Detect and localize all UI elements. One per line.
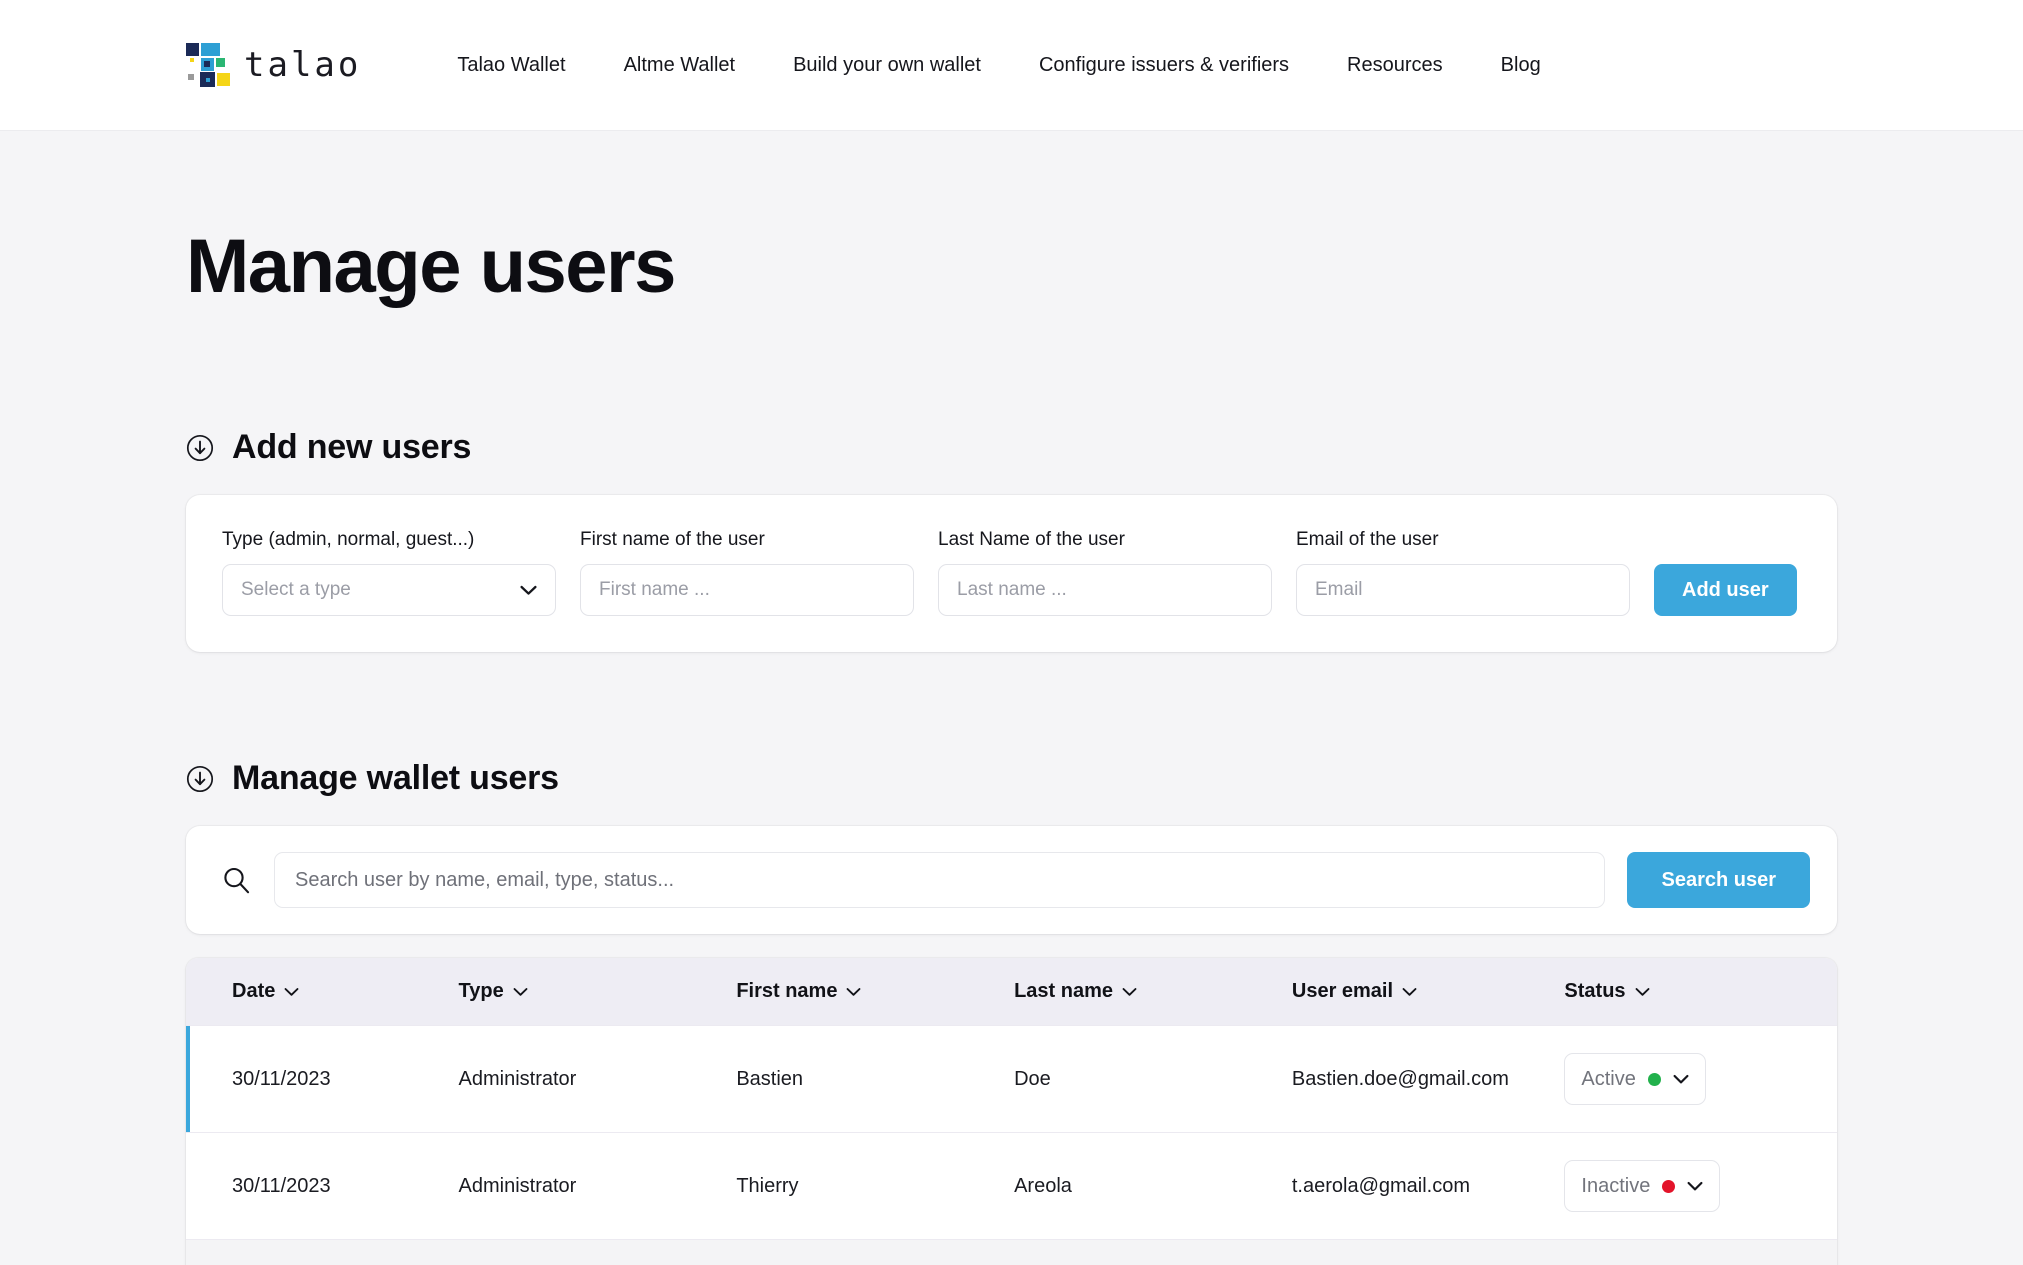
cell-user-email: Bastien.doe@gmail.com [1291, 1025, 1565, 1133]
talao-logo-icon [186, 43, 230, 87]
chevron-down-icon [284, 987, 299, 996]
add-user-button[interactable]: Add user [1654, 564, 1797, 616]
type-field-group: Type (admin, normal, guest...) Select a … [222, 529, 556, 616]
column-label-user-email: User email [1291, 980, 1394, 1002]
column-header-status[interactable]: Status [1564, 958, 1837, 1026]
status-dropdown[interactable]: Inactive [1564, 1160, 1721, 1212]
column-label-date: Date [232, 980, 276, 1002]
table-header-row: Date Type First name Last name User emai… [186, 958, 1837, 1026]
add-new-users-heading: Add new users [186, 428, 1837, 467]
circle-down-arrow-icon [186, 765, 214, 792]
email-field-group: Email of the user [1296, 529, 1630, 616]
type-select[interactable]: Select a type [222, 564, 556, 616]
top-navigation-bar: talao Talao Wallet Altme Wallet Build yo… [0, 0, 2023, 131]
chevron-down-icon [1402, 987, 1417, 996]
cell-user-email: t.aerola@gmail.com [1291, 1132, 1565, 1240]
column-header-last-name[interactable]: Last name [1014, 958, 1292, 1026]
cell-user-email: Ariane-vak@mailo.com [1291, 1239, 1565, 1265]
cell-date: 30/11/2023 [186, 1239, 459, 1265]
cell-first-name: Bastien [736, 1025, 1015, 1133]
first-name-input[interactable] [580, 564, 914, 616]
column-label-status: Status [1564, 980, 1626, 1002]
last-name-input[interactable] [938, 564, 1272, 616]
table-row[interactable]: 30/11/2023 Administrator Thierry Areola … [186, 1132, 1837, 1240]
status-dot-icon [1662, 1179, 1676, 1193]
users-table-body: 30/11/2023 Administrator Bastien Doe Bas… [186, 1025, 1837, 1265]
email-field-label: Email of the user [1296, 529, 1439, 550]
column-header-user-email[interactable]: User email [1291, 958, 1565, 1026]
nav-link-resources[interactable]: Resources [1347, 54, 1443, 77]
chevron-down-icon [1635, 987, 1649, 996]
table-row[interactable]: 30/11/2023 Administrator Bastien Doe Bas… [186, 1025, 1837, 1133]
cell-type: Administrator [458, 1025, 737, 1133]
cell-date: 30/11/2023 [186, 1132, 459, 1240]
chevron-down-icon [513, 987, 528, 996]
table-row[interactable]: 30/11/2023 User Ariane Vaklary Ariane-va… [186, 1239, 1837, 1265]
first-name-field-label: First name of the user [580, 529, 765, 550]
brand-name: talao [244, 45, 362, 85]
chevron-down-icon [847, 987, 861, 996]
email-input[interactable] [1296, 564, 1630, 616]
brand-logo[interactable]: talao [186, 43, 361, 87]
column-label-first-name: First name [736, 980, 838, 1002]
cell-type: Administrator [458, 1132, 737, 1240]
status-dot-icon [1647, 1072, 1661, 1086]
nav-link-configure-issuers-verifiers[interactable]: Configure issuers & verifiers [1039, 54, 1289, 77]
add-new-users-title: Add new users [232, 428, 472, 466]
cell-last-name: Vaklary [1014, 1239, 1292, 1265]
last-name-field-label: Last Name of the user [938, 529, 1125, 550]
column-header-date[interactable]: Date [186, 958, 459, 1026]
last-name-field-group: Last Name of the user [938, 529, 1272, 616]
chevron-down-icon [1122, 987, 1137, 996]
nav-link-altme-wallet[interactable]: Altme Wallet [624, 54, 736, 77]
user-search-card: Search user [186, 826, 1837, 934]
users-table-container: Date Type First name Last name User emai… [186, 958, 1837, 1265]
users-table: Date Type First name Last name User emai… [186, 958, 1837, 1265]
nav-link-blog[interactable]: Blog [1501, 54, 1541, 77]
column-header-type[interactable]: Type [458, 958, 737, 1026]
nav-link-build-your-own-wallet[interactable]: Build your own wallet [793, 54, 981, 77]
cell-last-name: Doe [1014, 1025, 1292, 1133]
status-label: Inactive [1581, 1174, 1651, 1197]
search-icon [224, 867, 250, 893]
search-input[interactable] [274, 852, 1606, 908]
cell-first-name: Thierry [736, 1132, 1015, 1240]
chevron-down-icon [1673, 1074, 1689, 1083]
nav-link-talao-wallet[interactable]: Talao Wallet [457, 54, 565, 77]
chevron-down-icon [1687, 1181, 1703, 1190]
cell-first-name: Ariane [736, 1239, 1015, 1265]
type-select-value: Select a type [241, 579, 351, 600]
column-label-last-name: Last name [1014, 980, 1114, 1002]
page-title: Manage users [186, 224, 676, 309]
column-header-first-name[interactable]: First name [736, 958, 1015, 1026]
page-content: Manage users Add new users Type (admin, … [0, 131, 2023, 1265]
chevron-down-icon [520, 585, 537, 595]
first-name-field-group: First name of the user [580, 529, 914, 616]
cell-status: Inactive [1564, 1132, 1837, 1240]
primary-nav: Talao Wallet Altme Wallet Build your own… [457, 54, 1540, 77]
cell-last-name: Areola [1014, 1132, 1292, 1240]
cell-date: 30/11/2023 [186, 1025, 459, 1133]
type-field-label: Type (admin, normal, guest...) [222, 529, 475, 550]
cell-status: Active [1564, 1239, 1837, 1265]
manage-wallet-users-heading: Manage wallet users [186, 759, 1837, 798]
status-label: Active [1581, 1067, 1636, 1090]
status-dropdown[interactable]: Active [1564, 1053, 1706, 1105]
circle-down-arrow-icon [186, 434, 214, 461]
manage-wallet-users-title: Manage wallet users [232, 759, 559, 797]
add-user-form-card: Type (admin, normal, guest...) Select a … [186, 495, 1837, 652]
cell-type: User [458, 1239, 737, 1265]
column-label-type: Type [458, 980, 504, 1002]
users-table-header: Date Type First name Last name User emai… [186, 958, 1837, 1026]
search-user-button[interactable]: Search user [1627, 852, 1810, 908]
cell-status: Active [1564, 1025, 1837, 1133]
